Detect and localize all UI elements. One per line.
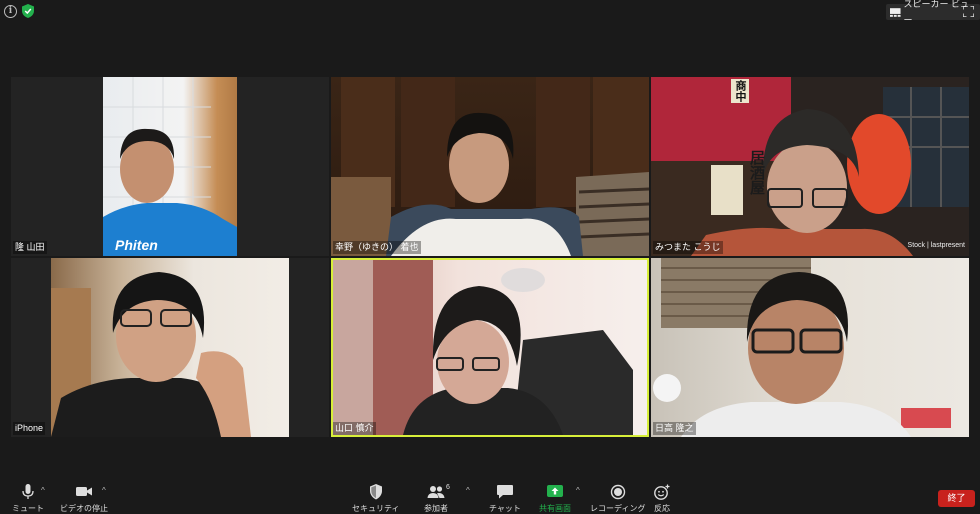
participants-icon (427, 486, 445, 498)
reactions-button[interactable]: 反応 (653, 484, 671, 514)
record-button[interactable]: レコーディング (590, 484, 645, 514)
security-button[interactable]: セキュリティ (352, 484, 400, 514)
mute-label: ミュート (12, 504, 44, 513)
security-shield-icon (369, 484, 382, 500)
zoom-meeting-window: i スピーカー ビュー Phiten 隆 山田 幸野（ゆきの） 着也 居酒屋 商… (0, 0, 980, 514)
person-video (333, 260, 633, 435)
shop-sign-text: 商中 (731, 79, 749, 103)
participants-button[interactable]: 参加者 (424, 484, 448, 514)
participant-name: 幸野（ゆきの） 着也 (333, 241, 421, 254)
stop-video-label: ビデオの停止 (60, 504, 108, 513)
share-options-caret[interactable]: ^ (576, 486, 580, 495)
share-screen-icon (547, 485, 563, 497)
record-label: レコーディング (590, 504, 646, 513)
speaker-view-icon (890, 7, 901, 17)
video-feed (651, 258, 969, 437)
mute-options-caret[interactable]: ^ (41, 486, 45, 495)
security-label: セキュリティ (352, 504, 400, 513)
chat-bubble-icon (496, 485, 513, 499)
participants-count: 6 (446, 484, 450, 491)
participant-name: 隆 山田 (13, 241, 47, 254)
video-feed (51, 258, 289, 437)
end-meeting-button[interactable]: 終了 (938, 490, 975, 507)
video-camera-icon (76, 487, 92, 496)
participant-name: 山口 慎介 (333, 422, 376, 435)
svg-text:Phiten: Phiten (115, 237, 158, 253)
person-video (51, 272, 251, 437)
person-video: Phiten (103, 77, 237, 256)
encryption-shield-icon[interactable] (22, 4, 34, 18)
video-tile-active-speaker[interactable]: 山口 慎介 (331, 258, 649, 437)
video-tile[interactable]: 居酒屋 商中 Stock | lastpresent みつまた こうじ (651, 77, 969, 256)
share-screen-label: 共有画面 (539, 504, 571, 513)
stop-video-button[interactable]: ビデオの停止 (60, 484, 108, 514)
share-screen-button[interactable]: 共有画面 (539, 484, 571, 514)
info-icon[interactable]: i (4, 5, 17, 18)
top-bar: i スピーカー ビュー (0, 0, 980, 25)
lantern-text: 居酒屋 (748, 150, 766, 195)
chat-label: チャット (489, 504, 521, 513)
person-video (653, 258, 951, 437)
fullscreen-icon[interactable] (963, 6, 974, 17)
video-tile[interactable]: iPhone (11, 258, 329, 437)
video-tile[interactable]: 日高 隆之 (651, 258, 969, 437)
microphone-icon (22, 484, 34, 499)
virtual-background-video (651, 77, 969, 256)
participant-name: 日高 隆之 (653, 422, 696, 435)
video-feed (333, 260, 647, 435)
reactions-label: 反応 (654, 504, 670, 513)
video-tile[interactable]: Phiten 隆 山田 (11, 77, 329, 256)
video-options-caret[interactable]: ^ (102, 486, 106, 495)
participants-label: 参加者 (424, 504, 448, 513)
participant-name: みつまた こうじ (653, 241, 723, 254)
video-feed: Phiten (103, 77, 237, 256)
mute-button[interactable]: ミュート (12, 484, 44, 514)
participant-name: iPhone (13, 422, 46, 435)
reactions-smiley-icon (654, 484, 670, 500)
stock-watermark: Stock | lastpresent (907, 242, 965, 249)
video-tile[interactable]: 幸野（ゆきの） 着也 (331, 77, 649, 256)
video-feed (331, 77, 649, 256)
record-icon (610, 484, 625, 500)
participants-options-caret[interactable]: ^ (466, 486, 470, 495)
meeting-toolbar: ミュート ^ ビデオの停止 ^ セキュリティ 参加者 6 ^ チャット 共有画面… (0, 478, 980, 514)
video-feed (651, 77, 969, 256)
person-video (331, 77, 649, 256)
chat-button[interactable]: チャット (489, 484, 521, 514)
